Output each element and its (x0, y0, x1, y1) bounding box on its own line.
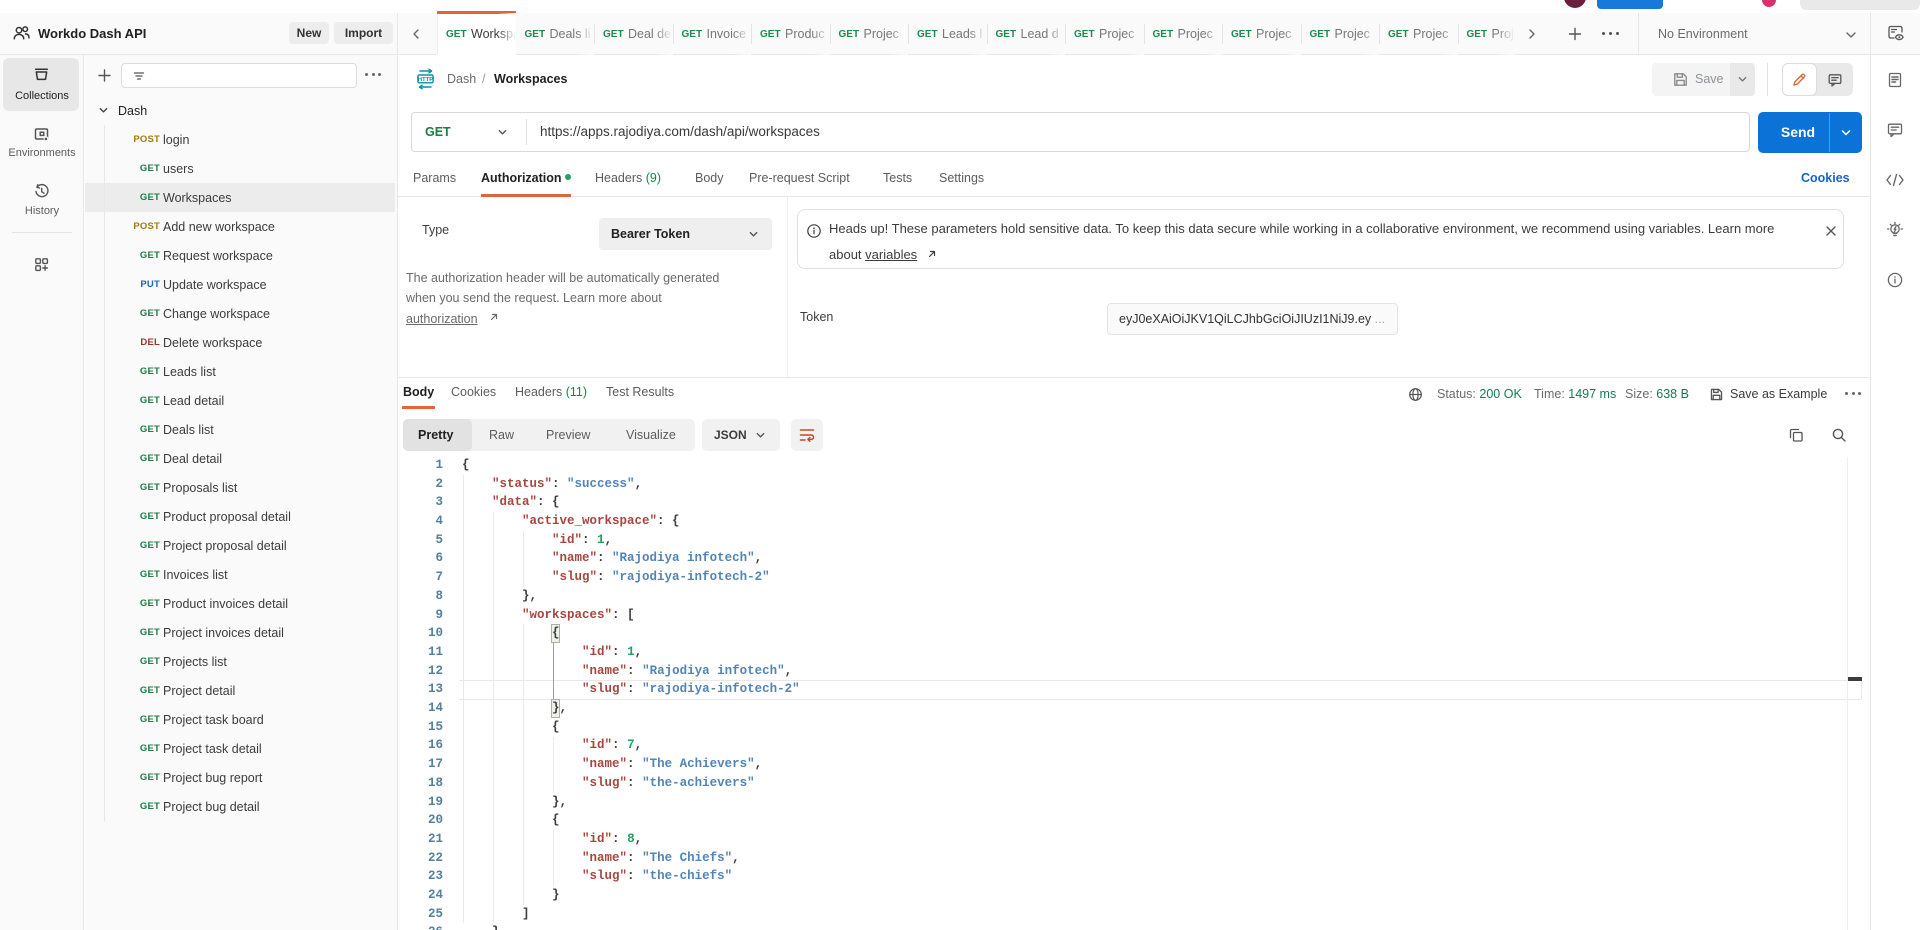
svg-text:HTTP: HTTP (418, 77, 433, 83)
